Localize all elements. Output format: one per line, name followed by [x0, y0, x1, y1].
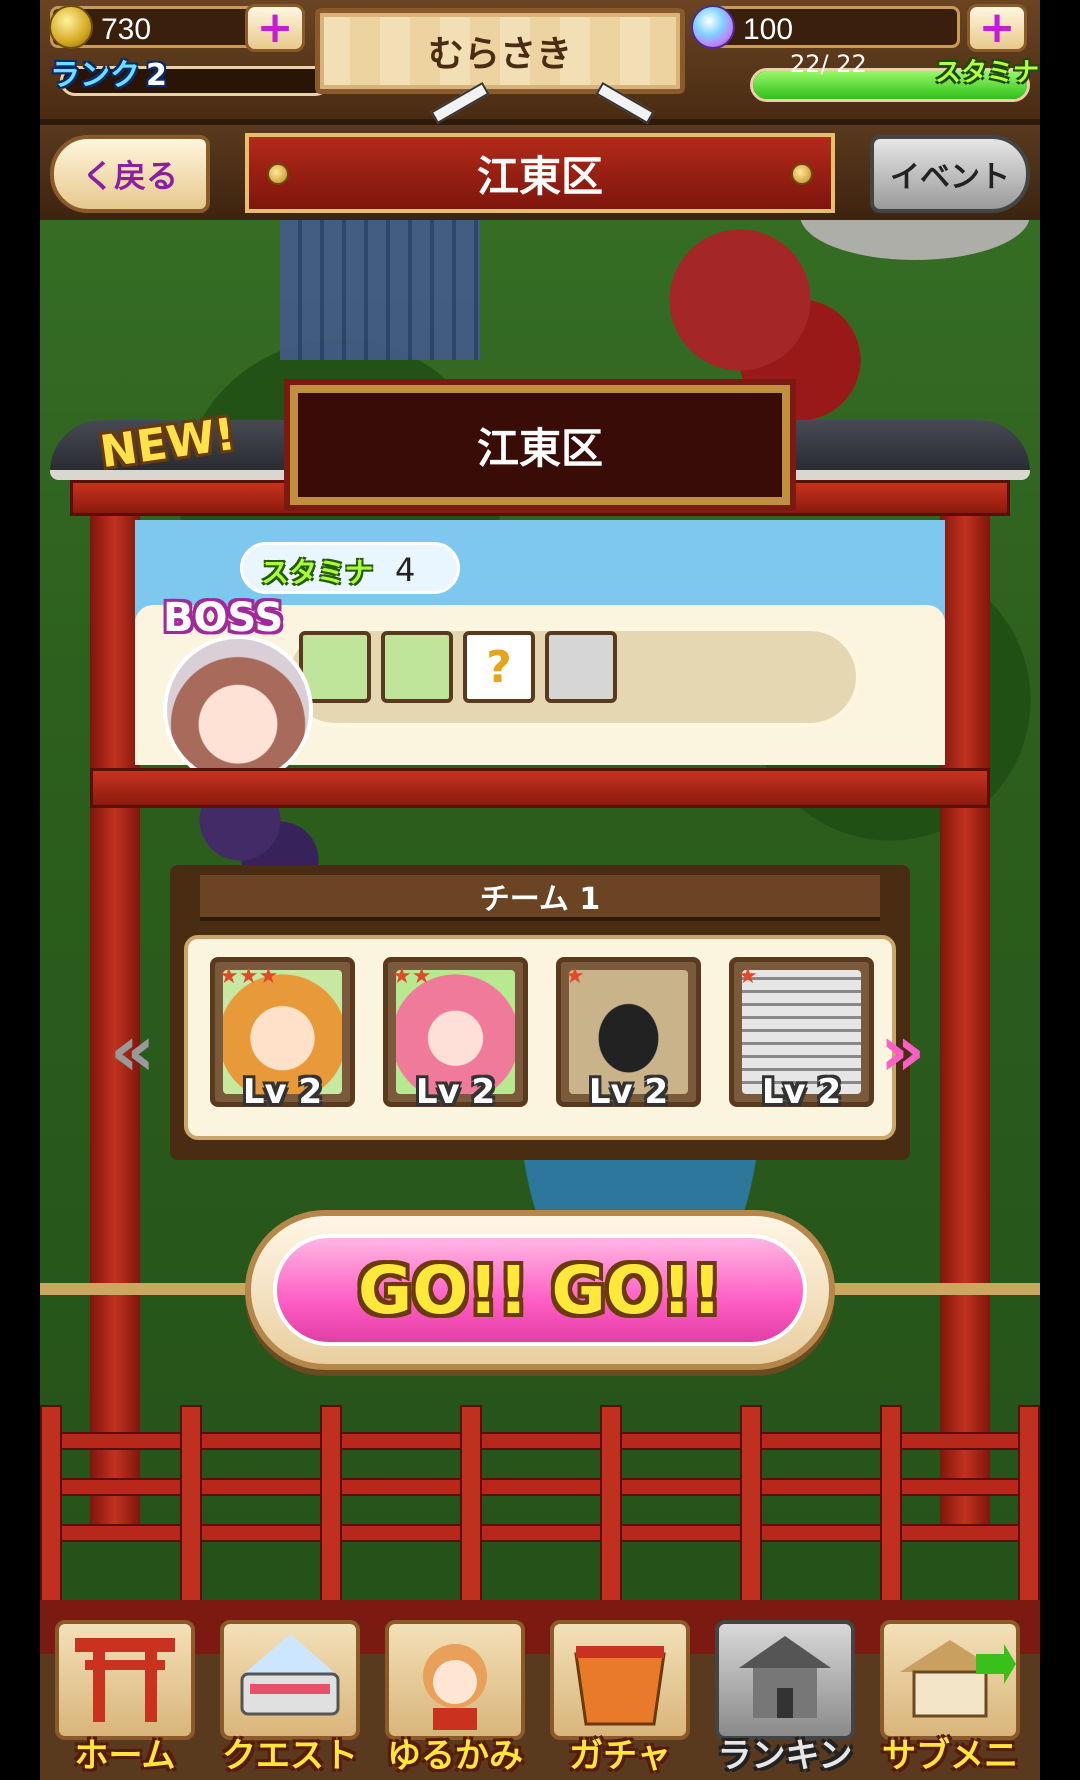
character-icon: [385, 1620, 525, 1740]
train-icon-graphic: [240, 1634, 340, 1716]
boss-avatar: [163, 635, 313, 785]
team-member-card[interactable]: ★★ Lv 2: [383, 957, 528, 1112]
team-title-bar: チーム 1: [200, 875, 880, 921]
nav-ranking-label: ランキング: [717, 1736, 853, 1776]
nav-submenu[interactable]: サブメニュー: [870, 1620, 1030, 1780]
back-button-label: く戻る: [81, 157, 178, 195]
event-button[interactable]: イベント: [870, 135, 1030, 213]
stamina-cost-pill: スタミナ 4: [240, 542, 460, 594]
header-row: く戻る 江東区 イベント: [40, 125, 1040, 220]
quest-info-panel[interactable]: スタミナ 4 ? BOSS: [135, 520, 945, 785]
rank-value: 2: [146, 58, 167, 93]
member-level: Lv 2: [415, 1072, 496, 1112]
character-icon-graphic: [423, 1644, 487, 1730]
event-button-label: イベント: [890, 160, 1010, 195]
quest-title-plaque: 江東区: [290, 385, 790, 505]
back-button[interactable]: く戻る: [50, 135, 210, 213]
go-button[interactable]: GO!! GO!!: [245, 1210, 835, 1370]
buy-coins-button[interactable]: +: [245, 4, 305, 52]
unknown-drop-icon[interactable]: ?: [463, 631, 535, 703]
area-title-banner: 江東区: [245, 133, 835, 213]
nav-ranking[interactable]: ランキング: [705, 1620, 865, 1780]
nav-submenu-label: サブメニュー: [882, 1736, 1018, 1776]
go-button-label: GO!! GO!!: [358, 1251, 722, 1329]
top-status-bar: 730 + ランク 2 むらさき 100 + 22/ 22 スタミナ: [40, 0, 1040, 125]
stamina-cost-value: 4: [395, 551, 416, 589]
team-members: ★★★ Lv 2 ★★ Lv 2 ★ Lv 2 ★ Lv 2: [184, 935, 896, 1140]
torii-icon-graphic: [75, 1638, 175, 1722]
question-mark: ?: [486, 641, 512, 693]
gem-icon: [691, 5, 735, 49]
stamina-cost-label: スタミナ: [261, 556, 374, 589]
nav-quest-label: クエスト: [222, 1736, 358, 1776]
nav-gacha-label: ガチャ: [569, 1736, 671, 1776]
nav-gacha[interactable]: ガチャ: [540, 1620, 700, 1780]
player-name-plate: むらさき: [315, 8, 685, 94]
offering-box-icon-graphic: [574, 1646, 666, 1726]
rank-label: ランク 2: [50, 50, 167, 94]
boss-drop-row: ?: [285, 627, 860, 727]
nav-yurukami[interactable]: ゆるかみ: [375, 1620, 535, 1780]
banner-knob-left: [267, 163, 289, 185]
stamina-label: スタミナ: [935, 58, 1040, 88]
team-member-card[interactable]: ★★★ Lv 2: [210, 957, 355, 1112]
previous-team-arrow-icon[interactable]: «: [110, 1010, 155, 1092]
gem-counter: 100: [691, 5, 960, 49]
bottom-navigation: ホーム クエスト ゆるかみ ガチャ ランキン サブメニ: [40, 1600, 1040, 1780]
torii-icon: [55, 1620, 195, 1740]
castle-icon-graphic: [739, 1636, 831, 1718]
next-team-arrow-icon[interactable]: »: [880, 1010, 925, 1092]
boss-area: ? BOSS: [135, 595, 945, 785]
rank-label-text: ランク: [50, 58, 140, 93]
member-level: Lv 2: [588, 1072, 669, 1112]
offering-box-icon: [550, 1620, 690, 1740]
rabbit-card-icon[interactable]: [381, 631, 453, 703]
boss-label: BOSS: [163, 595, 284, 641]
rarity-stars: ★★★: [219, 964, 279, 989]
nav-home-label: ホーム: [74, 1736, 176, 1776]
go-button-face: GO!! GO!!: [273, 1234, 807, 1346]
coin-value: 730: [101, 13, 152, 46]
plus-icon: +: [256, 2, 294, 53]
train-icon: [220, 1620, 360, 1740]
plus-icon: +: [978, 2, 1016, 53]
nav-home[interactable]: ホーム: [45, 1620, 205, 1780]
signboard-icon-graphic: [900, 1640, 1016, 1718]
member-level: Lv 2: [761, 1072, 842, 1112]
quest-title: 江東区: [476, 423, 603, 473]
coin-icon: [49, 5, 93, 49]
rarity-stars: ★★: [392, 964, 432, 989]
building-card-icon[interactable]: [545, 631, 617, 703]
nav-quest[interactable]: クエスト: [210, 1620, 370, 1780]
castle-icon: [715, 1620, 855, 1740]
rarity-stars: ★: [565, 964, 585, 989]
member-level: Lv 2: [242, 1072, 323, 1112]
nav-yurukami-label: ゆるかみ: [387, 1736, 523, 1776]
team-panel: チーム 1 ★★★ Lv 2 ★★ Lv 2 ★ Lv 2 ★ Lv 2: [170, 865, 910, 1160]
area-title: 江東区: [476, 151, 603, 201]
buy-gems-button[interactable]: +: [967, 4, 1027, 52]
team-title: チーム 1: [479, 882, 601, 917]
team-member-card[interactable]: ★ Lv 2: [556, 957, 701, 1112]
player-name: むらさき: [427, 34, 572, 75]
banner-knob-right: [791, 163, 813, 185]
signboard-icon: [880, 1620, 1020, 1740]
torii-pillar-right: [940, 500, 990, 1540]
rarity-stars: ★: [738, 964, 758, 989]
stamina-count: 22/ 22: [790, 50, 867, 78]
torii-lower-beam: [90, 768, 990, 808]
team-member-card[interactable]: ★ Lv 2: [729, 957, 874, 1112]
game-screen: 730 + ランク 2 むらさき 100 + 22/ 22 スタミナ く戻る 江東…: [40, 0, 1040, 1780]
gem-value: 100: [743, 13, 794, 46]
